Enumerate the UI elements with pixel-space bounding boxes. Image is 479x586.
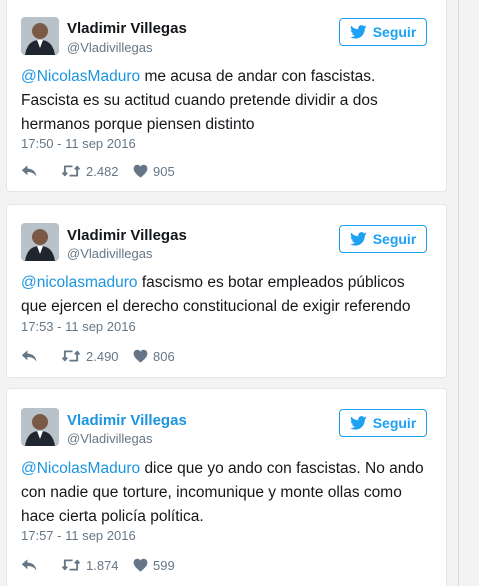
reply-icon xyxy=(21,350,37,362)
mention-link[interactable]: @NicolasMaduro xyxy=(21,460,140,477)
retweet-icon xyxy=(61,165,81,177)
retweet-count: 1.874 xyxy=(86,557,119,573)
reply-icon xyxy=(21,559,37,571)
tweet-text: @nicolasmaduro fascismo es botar emplead… xyxy=(21,271,433,319)
text-line: hermanos porque piensen distinto xyxy=(21,116,255,133)
reply-button[interactable] xyxy=(21,164,61,178)
avatar[interactable] xyxy=(21,17,59,55)
reply-button[interactable] xyxy=(21,349,61,363)
twitter-bird-icon xyxy=(349,232,367,246)
retweet-button[interactable]: 1.874 xyxy=(61,558,133,573)
timestamp[interactable]: 17:57 - 11 sep 2016 xyxy=(21,528,136,543)
user-handle[interactable]: @Vladivillegas xyxy=(67,40,152,55)
page-divider xyxy=(458,0,459,586)
text-line: fascismo es botar empleados públicos xyxy=(141,274,405,291)
follow-label: Seguir xyxy=(372,24,417,40)
text-line: que ejercen el derecho constitucional de… xyxy=(21,298,411,315)
retweet-button[interactable]: 2.490 xyxy=(61,349,133,364)
retweet-icon xyxy=(61,559,81,571)
retweet-icon xyxy=(61,350,81,362)
like-button[interactable]: 599 xyxy=(133,558,175,573)
like-button[interactable]: 905 xyxy=(133,164,175,179)
mention-link[interactable]: @nicolasmaduro xyxy=(21,274,138,291)
text-line: hace cierta policía política. xyxy=(21,508,204,525)
timestamp[interactable]: 17:53 - 11 sep 2016 xyxy=(21,319,136,334)
text-line: con nadie que torture, incomunique y mon… xyxy=(21,484,402,501)
avatar[interactable] xyxy=(21,408,59,446)
avatar[interactable] xyxy=(21,223,59,261)
tweet-text: @NicolasMaduro me acusa de andar con fas… xyxy=(21,65,433,137)
user-handle[interactable]: @Vladivillegas xyxy=(67,246,152,261)
reply-button[interactable] xyxy=(21,558,61,572)
text-line: me acusa de andar con fascistas. xyxy=(144,68,376,85)
follow-button[interactable]: Seguir xyxy=(339,225,427,253)
tweet-actions: 2.482 905 xyxy=(21,161,175,181)
text-line: dice que yo ando con fascistas. No ando xyxy=(144,460,424,477)
heart-icon xyxy=(133,558,148,572)
follow-label: Seguir xyxy=(372,231,417,247)
retweet-button[interactable]: 2.482 xyxy=(61,164,133,179)
user-name[interactable]: Vladimir Villegas xyxy=(67,227,187,244)
like-button[interactable]: 806 xyxy=(133,349,175,364)
mention-link[interactable]: @NicolasMaduro xyxy=(21,68,140,85)
tweet-card: Vladimir Villegas @Vladivillegas Seguir … xyxy=(6,204,447,378)
twitter-bird-icon xyxy=(349,25,367,39)
twitter-bird-icon xyxy=(349,416,367,430)
heart-icon xyxy=(133,164,148,178)
timestamp[interactable]: 17:50 - 11 sep 2016 xyxy=(21,136,136,151)
follow-button[interactable]: Seguir xyxy=(339,18,427,46)
user-name[interactable]: Vladimir Villegas xyxy=(67,20,187,37)
tweet-text: @NicolasMaduro dice que yo ando con fasc… xyxy=(21,457,433,529)
tweet-actions: 2.490 806 xyxy=(21,346,175,366)
reply-icon xyxy=(21,165,37,177)
like-count: 905 xyxy=(153,163,175,179)
follow-button[interactable]: Seguir xyxy=(339,409,427,437)
retweet-count: 2.482 xyxy=(86,163,119,179)
user-name[interactable]: Vladimir Villegas xyxy=(67,412,187,429)
tweet-card: Vladimir Villegas @Vladivillegas Seguir … xyxy=(6,0,447,192)
like-count: 599 xyxy=(153,557,175,573)
tweet-card: Vladimir Villegas @Vladivillegas Seguir … xyxy=(6,388,447,586)
tweet-actions: 1.874 599 xyxy=(21,555,175,575)
heart-icon xyxy=(133,349,148,363)
retweet-count: 2.490 xyxy=(86,348,119,364)
user-handle[interactable]: @Vladivillegas xyxy=(67,431,152,446)
follow-label: Seguir xyxy=(372,415,417,431)
text-line: Fascista es su actitud cuando pretende d… xyxy=(21,92,378,109)
like-count: 806 xyxy=(153,348,175,364)
